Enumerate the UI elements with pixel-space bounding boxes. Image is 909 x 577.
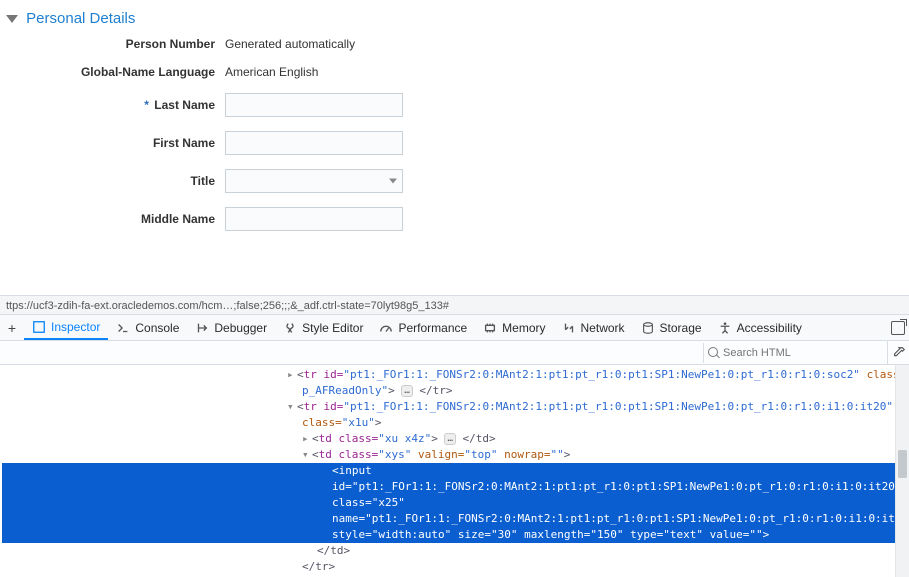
dom-row-selected[interactable]: name="pt1:_FOr1:1:_FONSr2:0:MAnt2:1:pt1:… bbox=[2, 511, 895, 527]
required-icon: * bbox=[144, 98, 149, 112]
ellipsis-icon[interactable]: … bbox=[444, 433, 455, 445]
inspector-icon bbox=[32, 320, 46, 334]
label-person-number: Person Number bbox=[0, 37, 225, 51]
tab-style-editor[interactable]: Style Editor bbox=[275, 315, 371, 340]
label-last-name: * Last Name bbox=[0, 98, 225, 112]
dom-scrollbar[interactable] bbox=[895, 365, 909, 577]
row-middle-name: Middle Name bbox=[0, 207, 909, 231]
dom-row[interactable]: ▾<td class="xys" valign="top" nowrap=""> bbox=[2, 447, 895, 463]
dom-row-selected[interactable]: style="width:auto" size="30" maxlength="… bbox=[2, 527, 895, 543]
tab-console[interactable]: Console bbox=[108, 315, 187, 340]
console-icon bbox=[116, 321, 130, 335]
personal-details-form: Personal Details Person Number Generated… bbox=[0, 0, 909, 295]
dom-row-selected[interactable]: class="x25" bbox=[2, 495, 895, 511]
dom-row-selected[interactable]: <input bbox=[2, 463, 895, 479]
label-first-name: First Name bbox=[0, 136, 225, 150]
collapse-icon[interactable]: ▾ bbox=[302, 447, 312, 463]
label-global-name-lang: Global-Name Language bbox=[0, 65, 225, 79]
tab-debugger[interactable]: Debugger bbox=[187, 315, 275, 340]
network-icon bbox=[562, 321, 576, 335]
row-last-name: * Last Name bbox=[0, 93, 909, 117]
dom-row[interactable]: p_AFReadOnly"> … </tr> bbox=[2, 383, 895, 399]
search-icon bbox=[708, 347, 720, 359]
devtools-newtab-button[interactable]: + bbox=[0, 315, 24, 340]
tab-inspector[interactable]: Inspector bbox=[24, 315, 108, 340]
html-search-input[interactable] bbox=[723, 343, 883, 363]
page-url-tooltip: ttps://ucf3-zdih-fa-ext.oracledemos.com/… bbox=[0, 295, 909, 315]
tab-network[interactable]: Network bbox=[554, 315, 633, 340]
dom-row[interactable]: ▸<td class="xu x4z"> … </td> bbox=[2, 431, 895, 447]
devtools-search-row bbox=[0, 341, 909, 365]
value-person-number: Generated automatically bbox=[225, 37, 355, 51]
devtools-tabbar: + Inspector Console Debugger Style Edito… bbox=[0, 315, 909, 341]
dom-tree[interactable]: ▸<tr id="pt1:_FOr1:1:_FONSr2:0:MAnt2:1:p… bbox=[0, 365, 895, 577]
collapse-icon[interactable]: ▾ bbox=[287, 399, 297, 415]
html-search-box[interactable] bbox=[703, 343, 887, 363]
style-editor-icon bbox=[283, 321, 297, 335]
last-name-input[interactable] bbox=[225, 93, 403, 117]
eyedropper-button[interactable] bbox=[887, 341, 909, 364]
tab-memory[interactable]: Memory bbox=[475, 315, 553, 340]
dom-row[interactable]: ▾<tr id="pt1:_FOr1:1:_FONSr2:0:MAnt2:1:p… bbox=[2, 399, 895, 415]
performance-icon bbox=[379, 321, 393, 335]
eyedropper-icon bbox=[892, 346, 906, 360]
dom-panel: ▸<tr id="pt1:_FOr1:1:_FONSr2:0:MAnt2:1:p… bbox=[0, 365, 909, 577]
devtools-popout-icon[interactable] bbox=[891, 321, 905, 335]
expand-icon[interactable]: ▸ bbox=[302, 431, 312, 447]
label-middle-name: Middle Name bbox=[0, 212, 225, 226]
dom-row[interactable]: </tr> bbox=[2, 559, 895, 575]
accessibility-icon bbox=[718, 321, 732, 335]
expand-icon[interactable]: ▸ bbox=[287, 367, 297, 383]
first-name-input[interactable] bbox=[225, 131, 403, 155]
storage-icon bbox=[641, 321, 655, 335]
title-select[interactable] bbox=[225, 169, 403, 193]
row-person-number: Person Number Generated automatically bbox=[0, 37, 909, 51]
dom-row[interactable]: ▸<tr id="pt1:_FOr1:1:_FONSr2:0:MAnt2:1:p… bbox=[2, 367, 895, 383]
tab-storage[interactable]: Storage bbox=[633, 315, 710, 340]
row-title: Title bbox=[0, 169, 909, 193]
tab-accessibility[interactable]: Accessibility bbox=[710, 315, 810, 340]
row-first-name: First Name bbox=[0, 131, 909, 155]
memory-icon bbox=[483, 321, 497, 335]
collapse-icon[interactable] bbox=[6, 15, 18, 23]
ellipsis-icon[interactable]: … bbox=[401, 385, 412, 397]
dom-row[interactable]: </td> bbox=[2, 543, 895, 559]
scrollbar-thumb[interactable] bbox=[898, 450, 907, 478]
section-header[interactable]: Personal Details bbox=[0, 8, 909, 37]
middle-name-input[interactable] bbox=[225, 207, 403, 231]
debugger-icon bbox=[195, 321, 209, 335]
tab-performance[interactable]: Performance bbox=[371, 315, 475, 340]
label-title: Title bbox=[0, 174, 225, 188]
row-global-name-lang: Global-Name Language American English bbox=[0, 65, 909, 79]
section-title-text: Personal Details bbox=[26, 10, 135, 27]
dom-row-selected[interactable]: id="pt1:_FOr1:1:_FONSr2:0:MAnt2:1:pt1:pt… bbox=[2, 479, 895, 495]
title-select-display[interactable] bbox=[225, 169, 403, 193]
value-global-name-lang: American English bbox=[225, 65, 318, 79]
dom-row[interactable]: class="x1u"> bbox=[2, 415, 895, 431]
